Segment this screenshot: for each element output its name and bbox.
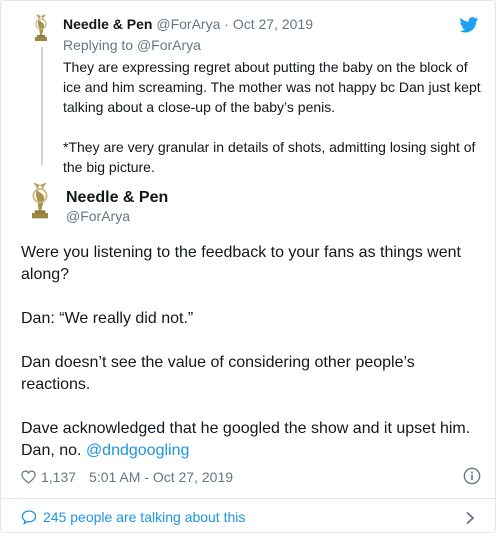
main-paragraph: Were you listening to the feedback to yo… [21,244,461,283]
info-icon[interactable] [463,467,481,485]
parent-author-handle[interactable]: @ForArya [156,16,220,32]
replying-to-handle[interactable]: @ForArya [137,37,201,53]
replying-to: Replying to @ForArya [63,36,201,54]
heart-icon[interactable] [21,470,36,484]
embedded-tweet-card: Needle & Pen @ForArya · Oct 27, 2019 Rep… [0,0,496,533]
emmy-statuette-icon[interactable] [25,181,55,221]
parent-paragraph: They are expressing regret about putting… [63,59,481,115]
main-author-handle[interactable]: @ForArya [66,206,130,226]
main-paragraph: Dan: “We really did not.” [21,310,194,327]
speech-bubble-icon [21,510,37,525]
footer-divider [2,498,495,499]
conversation-label: 245 people are talking about this [43,509,246,525]
parent-tweet-text: They are expressing regret about putting… [63,57,483,177]
header-separator: · [224,16,229,32]
main-author-name[interactable]: Needle & Pen [66,188,168,208]
tweet-timestamp[interactable]: 5:01 AM - Oct 27, 2019 [89,469,233,485]
parent-tweet-header: Needle & Pen @ForArya · Oct 27, 2019 [63,15,313,33]
chevron-right-icon[interactable] [465,511,475,525]
parent-author-name[interactable]: Needle & Pen [63,16,152,32]
like-count[interactable]: 1,137 [41,469,76,485]
parent-paragraph: *They are very granular in details of sh… [63,139,476,175]
main-paragraph: Dan doesn’t see the value of considering… [21,354,415,393]
twitter-bird-icon[interactable] [459,17,479,33]
thread-connector-line [41,47,43,165]
conversation-link[interactable]: 245 people are talking about this [21,506,245,528]
main-paragraph-last: Dave acknowledged that he googled the sh… [21,418,486,462]
replying-prefix: Replying to [63,37,134,53]
tweet-meta-row: 1,137 5:01 AM - Oct 27, 2019 [21,467,233,487]
emmy-statuette-icon[interactable] [30,13,52,43]
main-tweet-text: Were you listening to the feedback to yo… [21,242,486,462]
parent-tweet-date[interactable]: Oct 27, 2019 [233,16,313,32]
mention-link[interactable]: @dndgoogling [86,442,189,459]
